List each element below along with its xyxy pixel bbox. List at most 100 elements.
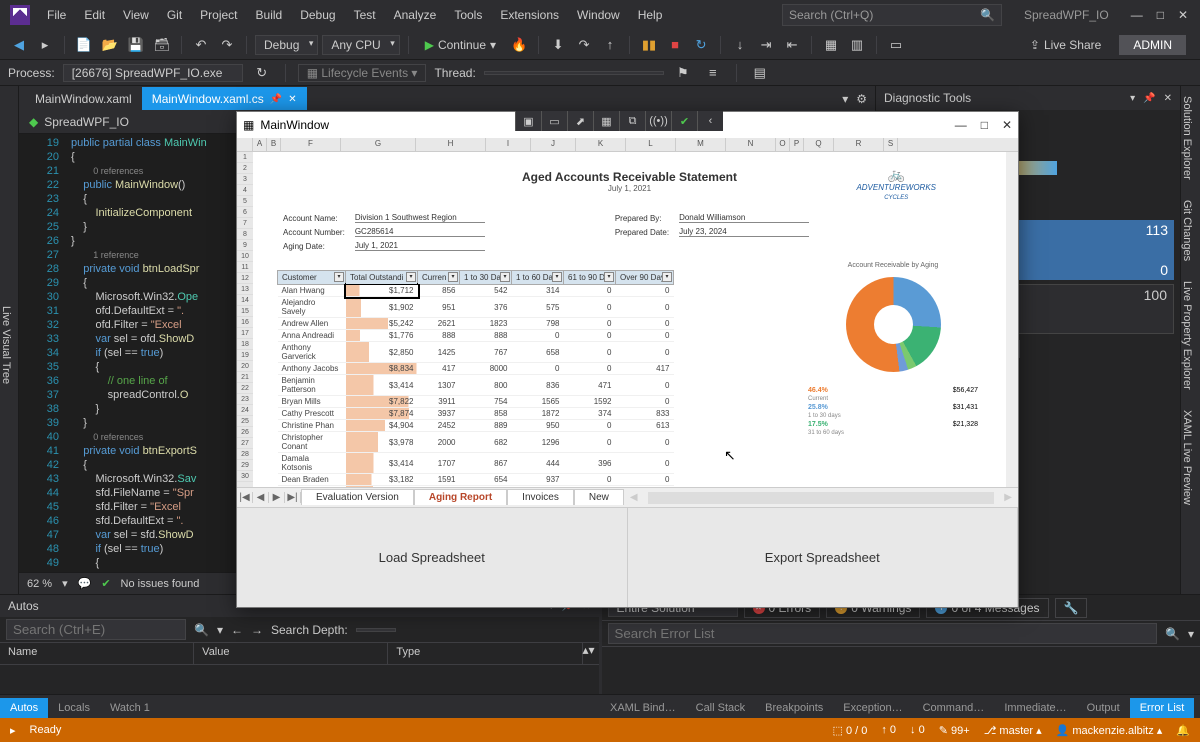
menu-build[interactable]: Build [247, 4, 292, 26]
save-all-icon[interactable]: 🗃 [151, 34, 173, 56]
panel-dropdown-icon[interactable]: ▾ [1130, 93, 1135, 104]
prev-sheet-button[interactable]: ◀ [253, 492, 269, 503]
locals-tab[interactable]: Locals [48, 698, 100, 718]
hot-reload-icon[interactable]: 🔥 [508, 34, 530, 56]
save-icon[interactable]: 💾 [125, 34, 147, 56]
tab-breakpoints[interactable]: Breakpoints [755, 698, 833, 718]
menu-extensions[interactable]: Extensions [491, 4, 568, 26]
access-icon[interactable]: ((•)) [645, 111, 671, 131]
hot-reload-ok-icon[interactable]: ✔ [671, 111, 697, 131]
menu-file[interactable]: File [38, 4, 75, 26]
next-sheet-button[interactable]: ▶ [269, 492, 285, 503]
sheet-tab-aging[interactable]: Aging Report [414, 489, 507, 505]
redo-icon[interactable]: ↷ [216, 34, 238, 56]
maximize-button[interactable]: □ [1157, 8, 1164, 22]
close-button[interactable]: ✕ [1178, 8, 1188, 22]
continue-button[interactable]: ▶Continue ▾ [417, 36, 504, 54]
close-tab-icon[interactable]: ✕ [288, 94, 296, 105]
nav-back-icon[interactable]: ◀ [8, 34, 30, 56]
tool-icon[interactable]: ↓ [729, 34, 751, 56]
col-name[interactable]: Name [0, 643, 194, 664]
export-spreadsheet-button[interactable]: Export Spreadsheet [628, 508, 1019, 607]
tab-command-[interactable]: Command… [913, 698, 995, 718]
tab-overflow-icon[interactable]: ▾ [842, 92, 848, 106]
search-icon[interactable]: 🔍 [1165, 627, 1180, 641]
feedback-icon[interactable]: 💬 [78, 577, 92, 590]
last-sheet-button[interactable]: ▶| [285, 492, 301, 503]
tab-output[interactable]: Output [1077, 698, 1130, 718]
git-changes-tab[interactable]: Git Changes [1181, 200, 1200, 261]
lifecycle-dropdown[interactable]: ▦ Lifecycle Events ▾ [298, 64, 427, 82]
error-search-input[interactable] [608, 623, 1158, 644]
sheet-tab-new[interactable]: New [574, 489, 624, 505]
xaml-icon[interactable]: ▦ [593, 111, 619, 131]
menu-window[interactable]: Window [568, 4, 629, 26]
undo-icon[interactable]: ↶ [190, 34, 212, 56]
menu-edit[interactable]: Edit [75, 4, 114, 26]
restart-icon[interactable]: ↻ [690, 34, 712, 56]
selection-count[interactable]: ⬚ 0 / 0 [833, 724, 868, 737]
scroll-right-button[interactable]: ▶ [998, 492, 1018, 503]
down-arrow-count[interactable]: ↓ 0 [910, 724, 925, 736]
live-share-button[interactable]: ⇪ Live Share [1022, 36, 1109, 54]
menu-tools[interactable]: Tools [445, 4, 491, 26]
quick-search-input[interactable]: Search (Ctrl+Q) 🔍 [782, 4, 1002, 26]
layout-icon[interactable]: ▭ [541, 111, 567, 131]
open-icon[interactable]: 📂 [99, 34, 121, 56]
pin-icon[interactable]: 📌 [270, 94, 282, 105]
process-dropdown[interactable]: [26676] SpreadWPF_IO.exe [63, 64, 243, 82]
tab-exception-[interactable]: Exception… [833, 698, 912, 718]
app-minimize-button[interactable]: — [955, 118, 967, 132]
menu-view[interactable]: View [114, 4, 158, 26]
tool3-icon[interactable]: ⇤ [781, 34, 803, 56]
step-over-icon[interactable]: ↷ [573, 34, 595, 56]
user-name[interactable]: 👤 mackenzie.albitz ▴ [1056, 724, 1163, 737]
pause-icon[interactable]: ▮▮ [638, 34, 660, 56]
tool6-icon[interactable]: ▭ [885, 34, 907, 56]
tab-xaml-bind-[interactable]: XAML Bind… [600, 698, 686, 718]
config-dropdown[interactable]: Debug [255, 35, 318, 55]
branch-name[interactable]: ⎇ master ▴ [984, 724, 1042, 737]
track-icon[interactable]: ⬈ [567, 111, 593, 131]
nav-fwd-icon[interactable]: ▸ [34, 34, 56, 56]
zoom-level[interactable]: 62 % [27, 578, 52, 590]
horizontal-scrollbar[interactable] [648, 492, 995, 504]
menu-test[interactable]: Test [345, 4, 385, 26]
app-close-button[interactable]: ✕ [1002, 118, 1012, 132]
live-visual-tree-tab[interactable]: Live Visual Tree [0, 86, 19, 594]
menu-analyze[interactable]: Analyze [385, 4, 446, 26]
load-spreadsheet-button[interactable]: Load Spreadsheet [237, 508, 628, 607]
spread-control[interactable]: ABFGHIJKLMNOPQRS 12345678910111213141516… [237, 138, 1018, 507]
panel-pin-icon[interactable]: 📌 [1143, 93, 1155, 104]
tab-error-list[interactable]: Error List [1130, 698, 1195, 718]
sheet-tab-invoices[interactable]: Invoices [507, 489, 574, 505]
tab-call-stack[interactable]: Call Stack [686, 698, 756, 718]
app-maximize-button[interactable]: □ [981, 118, 988, 132]
menu-debug[interactable]: Debug [291, 4, 344, 26]
tool2-icon[interactable]: ⇥ [755, 34, 777, 56]
select-element-icon[interactable]: ▣ [515, 111, 541, 131]
admin-badge[interactable]: ADMIN [1119, 35, 1186, 55]
menu-project[interactable]: Project [191, 4, 246, 26]
tab-xaml[interactable]: MainWindow.xaml [25, 87, 142, 110]
platform-dropdown[interactable]: Any CPU [322, 35, 399, 55]
bind-icon[interactable]: ⧉ [619, 111, 645, 131]
panel-close-icon[interactable]: ✕ [1164, 93, 1172, 104]
search-icon[interactable]: 🔍 [194, 623, 209, 637]
flag-icon[interactable]: ⚑ [672, 62, 694, 84]
stop-icon[interactable]: ■ [664, 34, 686, 56]
minimize-button[interactable]: — [1131, 8, 1143, 22]
tool-window-icon[interactable]: ⚙ [856, 92, 867, 106]
xaml-preview-tab[interactable]: XAML Live Preview [1181, 410, 1200, 505]
up-arrow-count[interactable]: ↑ 0 [881, 724, 896, 736]
tab-immediate-[interactable]: Immediate… [994, 698, 1076, 718]
live-property-tab[interactable]: Live Property Explorer [1181, 281, 1200, 390]
depth-dropdown[interactable] [356, 628, 396, 632]
solution-explorer-tab[interactable]: Solution Explorer [1181, 96, 1200, 180]
menu-help[interactable]: Help [629, 4, 672, 26]
tab-xaml-cs[interactable]: MainWindow.xaml.cs📌✕ [142, 87, 307, 110]
col-value[interactable]: Value [194, 643, 388, 664]
thread-dropdown[interactable] [484, 71, 664, 75]
sheet-tab-eval[interactable]: Evaluation Version [301, 489, 414, 505]
stack-icon[interactable]: ▤ [749, 62, 771, 84]
